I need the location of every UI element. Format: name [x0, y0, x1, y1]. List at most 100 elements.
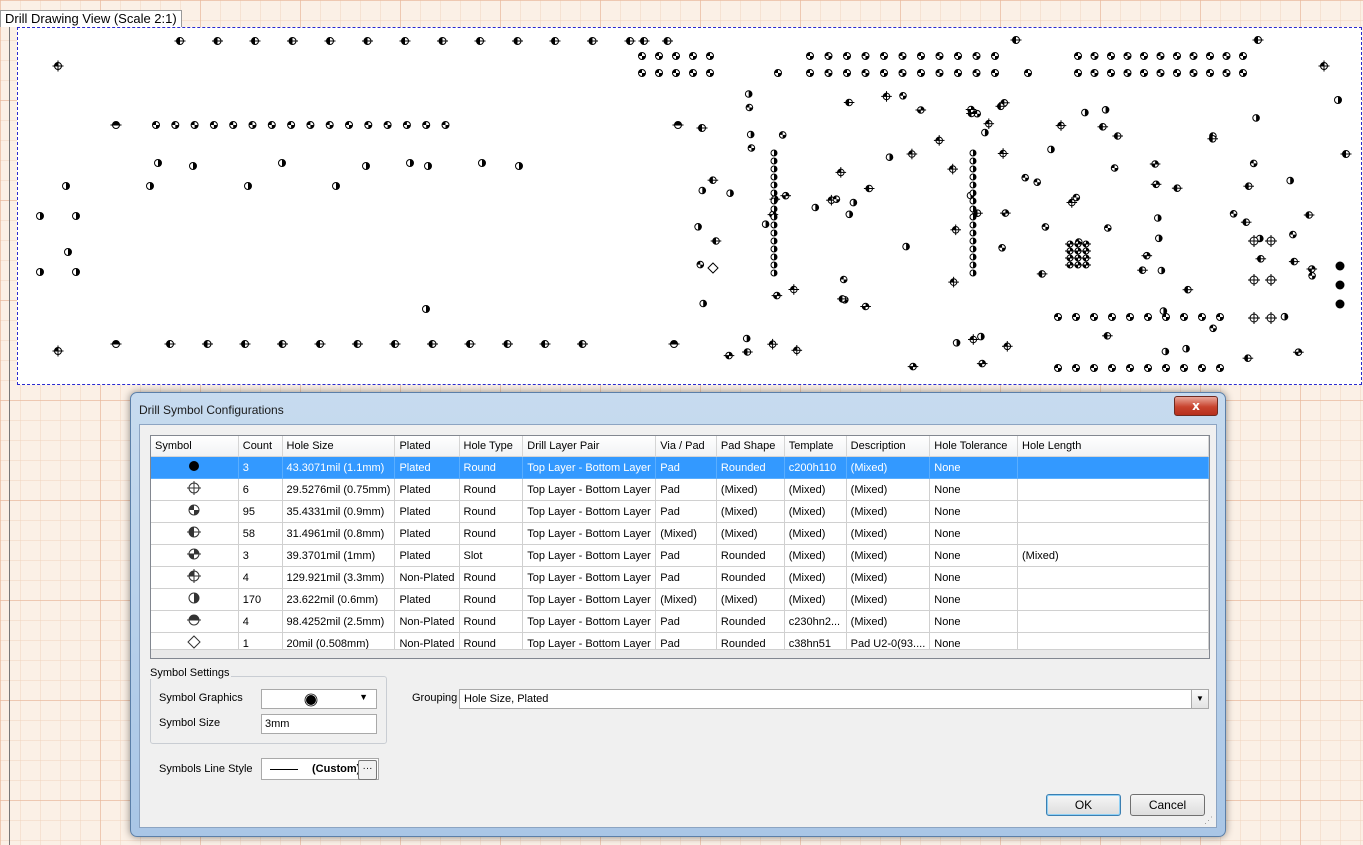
column-header[interactable]: Hole Tolerance [929, 436, 1019, 457]
symbol-cell[interactable] [151, 478, 239, 501]
ok-button[interactable]: OK [1046, 794, 1121, 816]
cell-plated[interactable]: Non-Plated [394, 566, 460, 589]
symbol-cell[interactable] [151, 456, 239, 479]
cell-description[interactable]: (Mixed) [846, 588, 931, 611]
cell-hole-size[interactable]: 23.622mil (0.6mm) [282, 588, 396, 611]
column-header[interactable]: Via / Pad [655, 436, 717, 457]
cell-pad-shape[interactable]: Rounded [716, 544, 785, 567]
cell-description[interactable]: (Mixed) [846, 610, 931, 633]
cell-hole-size[interactable]: 43.3071mil (1.1mm) [282, 456, 396, 479]
cell-hole-size[interactable]: 29.5276mil (0.75mm) [282, 478, 396, 501]
table-row[interactable]: 6 29.5276mil (0.75mm) Plated Round Top Layer… [151, 478, 1209, 501]
cell-length[interactable] [1017, 500, 1209, 523]
drill-drawing-canvas[interactable] [17, 27, 1362, 385]
column-header[interactable]: Pad Shape [716, 436, 785, 457]
cell-hole-type[interactable]: Round [459, 610, 524, 633]
horizontal-scrollbar[interactable] [151, 649, 1209, 658]
cell-plated[interactable]: Plated [394, 588, 460, 611]
cell-hole-size[interactable]: 35.4331mil (0.9mm) [282, 500, 396, 523]
cell-template[interactable]: (Mixed) [784, 522, 847, 545]
cell-description[interactable]: (Mixed) [846, 566, 931, 589]
cancel-button[interactable]: Cancel [1130, 794, 1205, 816]
cell-hole-size[interactable]: 129.921mil (3.3mm) [282, 566, 396, 589]
cell-layer-pair[interactable]: Top Layer - Bottom Layer [522, 544, 657, 567]
cell-length[interactable] [1017, 522, 1209, 545]
cell-template[interactable]: (Mixed) [784, 544, 847, 567]
cell-via-pad[interactable]: Pad [655, 610, 717, 633]
cell-hole-type[interactable]: Round [459, 566, 524, 589]
cell-template[interactable]: c230hn2... [784, 610, 847, 633]
cell-pad-shape[interactable]: Rounded [716, 610, 785, 633]
column-header[interactable]: Template [784, 436, 847, 457]
cell-count[interactable]: 58 [238, 522, 283, 545]
cell-via-pad[interactable]: (Mixed) [655, 522, 717, 545]
symbol-cell[interactable] [151, 610, 239, 633]
cell-layer-pair[interactable]: Top Layer - Bottom Layer [522, 588, 657, 611]
cell-tolerance[interactable]: None [929, 610, 1019, 633]
cell-template[interactable]: (Mixed) [784, 566, 847, 589]
cell-layer-pair[interactable]: Top Layer - Bottom Layer [522, 456, 657, 479]
cell-description[interactable]: (Mixed) [846, 456, 931, 479]
line-style-dropdown[interactable]: (Custom) ··· [261, 758, 379, 780]
cell-tolerance[interactable]: None [929, 588, 1019, 611]
symbol-cell[interactable] [151, 588, 239, 611]
column-header[interactable]: Description [846, 436, 931, 457]
cell-tolerance[interactable]: None [929, 566, 1019, 589]
cell-template[interactable]: c200h110 [784, 456, 847, 479]
cell-template[interactable]: (Mixed) [784, 588, 847, 611]
cell-hole-type[interactable]: Slot [459, 544, 524, 567]
cell-via-pad[interactable]: Pad [655, 500, 717, 523]
cell-plated[interactable]: Plated [394, 544, 460, 567]
symbol-cell[interactable] [151, 500, 239, 523]
cell-layer-pair[interactable]: Top Layer - Bottom Layer [522, 500, 657, 523]
cell-via-pad[interactable]: Pad [655, 544, 717, 567]
cell-plated[interactable]: Plated [394, 522, 460, 545]
cell-hole-type[interactable]: Round [459, 478, 524, 501]
column-header[interactable]: Drill Layer Pair [522, 436, 657, 457]
cell-via-pad[interactable]: Pad [655, 478, 717, 501]
cell-count[interactable]: 3 [238, 544, 283, 567]
cell-count[interactable]: 95 [238, 500, 283, 523]
cell-count[interactable]: 170 [238, 588, 283, 611]
cell-hole-type[interactable]: Round [459, 456, 524, 479]
table-row[interactable]: 4 129.921mil (3.3mm) Non-Plated Round Top La… [151, 566, 1209, 589]
cell-length[interactable] [1017, 566, 1209, 589]
cell-tolerance[interactable]: None [929, 544, 1019, 567]
cell-length[interactable] [1017, 478, 1209, 501]
cell-count[interactable]: 4 [238, 566, 283, 589]
table-row[interactable]: 3 43.3071mil (1.1mm) Plated Round Top Layer … [151, 456, 1209, 479]
cell-plated[interactable]: Plated [394, 478, 460, 501]
cell-pad-shape[interactable]: Rounded [716, 456, 785, 479]
cell-layer-pair[interactable]: Top Layer - Bottom Layer [522, 478, 657, 501]
cell-hole-type[interactable]: Round [459, 588, 524, 611]
cell-tolerance[interactable]: None [929, 522, 1019, 545]
cell-plated[interactable]: Plated [394, 456, 460, 479]
table-row[interactable]: 3 39.3701mil (1mm) Plated Slot Top Layer - B… [151, 544, 1209, 567]
more-button[interactable]: ··· [358, 760, 377, 780]
column-header[interactable]: Plated [394, 436, 460, 457]
column-header[interactable]: Hole Length [1017, 436, 1209, 457]
cell-length[interactable]: (Mixed) [1017, 544, 1209, 567]
table-row[interactable]: 170 23.622mil (0.6mm) Plated Round Top Layer… [151, 588, 1209, 611]
cell-layer-pair[interactable]: Top Layer - Bottom Layer [522, 610, 657, 633]
cell-layer-pair[interactable]: Top Layer - Bottom Layer [522, 566, 657, 589]
cell-plated[interactable]: Plated [394, 500, 460, 523]
column-header[interactable]: Count [238, 436, 283, 457]
cell-template[interactable]: (Mixed) [784, 478, 847, 501]
symbol-cell[interactable] [151, 544, 239, 567]
cell-pad-shape[interactable]: (Mixed) [716, 522, 785, 545]
cell-pad-shape[interactable]: (Mixed) [716, 588, 785, 611]
cell-description[interactable]: (Mixed) [846, 478, 931, 501]
cell-tolerance[interactable]: None [929, 456, 1019, 479]
resize-grip-icon[interactable]: ⋰ [1204, 815, 1214, 825]
cell-via-pad[interactable]: Pad [655, 456, 717, 479]
symbol-size-input[interactable]: 3mm [261, 714, 377, 734]
cell-description[interactable]: (Mixed) [846, 522, 931, 545]
cell-layer-pair[interactable]: Top Layer - Bottom Layer [522, 522, 657, 545]
symbol-grid[interactable]: Symbol Count Hole Size Plated Hole Type Drill… [150, 435, 1210, 659]
cell-hole-size[interactable]: 39.3701mil (1mm) [282, 544, 396, 567]
cell-length[interactable] [1017, 610, 1209, 633]
table-row[interactable]: 58 31.4961mil (0.8mm) Plated Round Top Layer… [151, 522, 1209, 545]
symbol-graphics-dropdown[interactable]: ▼ [261, 689, 377, 709]
column-header[interactable]: Hole Size [282, 436, 396, 457]
